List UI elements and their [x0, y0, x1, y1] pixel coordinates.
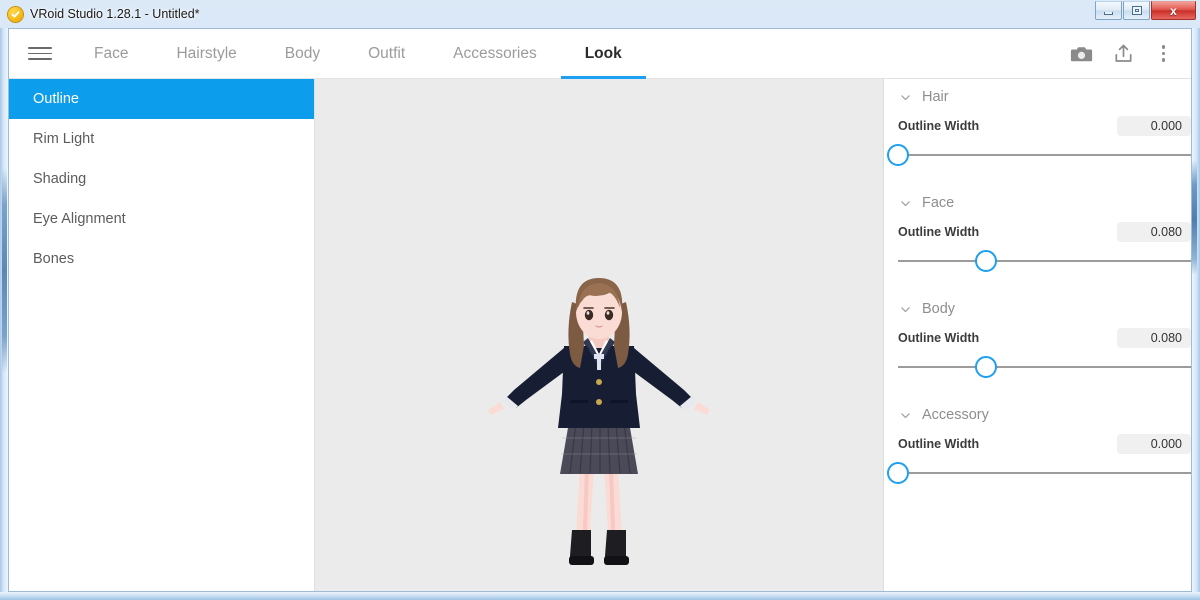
param-top-row: Outline Width 0.000 [898, 115, 1191, 137]
hamburger-menu-icon[interactable] [28, 44, 52, 64]
chevron-down-icon [900, 198, 911, 209]
chevron-down-icon [900, 304, 911, 315]
section-title: Accessory [922, 407, 989, 423]
slider-track [898, 260, 1191, 262]
main-body: Outline Rim Light Shading Eye Alignment … [9, 79, 1191, 592]
tab-look-label: Look [585, 45, 622, 63]
slider-knob[interactable] [887, 462, 909, 484]
param-hair-outline-width: Outline Width 0.000 [884, 115, 1191, 171]
tab-body-label: Body [285, 45, 320, 63]
close-icon: x [1170, 5, 1177, 17]
slider-hair-outline-width[interactable] [898, 139, 1191, 171]
restore-icon [1132, 6, 1142, 15]
param-label: Outline Width [898, 119, 979, 133]
tab-outfit[interactable]: Outfit [344, 29, 429, 78]
window-controls: x [1095, 1, 1196, 20]
sidebar-item-outline[interactable]: Outline [9, 79, 314, 119]
param-value-box[interactable]: 0.080 [1117, 222, 1191, 242]
sidebar-item-rim-light[interactable]: Rim Light [9, 119, 314, 159]
section-header-body[interactable]: Body [884, 291, 1191, 327]
sidebar-item-bones[interactable]: Bones [9, 239, 314, 279]
tab-outfit-label: Outfit [368, 45, 405, 63]
sidebar-item-label: Rim Light [33, 131, 94, 147]
main-nav-tabs: Face Hairstyle Body Outfit Accessories [70, 29, 646, 78]
window-frame: VRoid Studio 1.28.1 - Untitled* x [0, 0, 1200, 600]
tab-accessories[interactable]: Accessories [429, 29, 561, 78]
model-viewport[interactable] [315, 79, 884, 592]
left-edge-scroll-strip[interactable] [2, 168, 7, 373]
tab-hairstyle-label: Hairstyle [176, 45, 236, 63]
app-header: Face Hairstyle Body Outfit Accessories [9, 29, 1191, 79]
sidebar-item-label: Eye Alignment [33, 211, 126, 227]
minimize-button[interactable] [1095, 1, 1122, 20]
slider-face-outline-width[interactable] [898, 245, 1191, 277]
tab-look[interactable]: Look [561, 29, 646, 78]
param-body-outline-width: Outline Width 0.080 [884, 327, 1191, 383]
parameters-panel: Hair Outline Width 0.000 [884, 79, 1191, 592]
slider-track [898, 472, 1191, 474]
tab-body[interactable]: Body [261, 29, 344, 78]
tab-face[interactable]: Face [70, 29, 152, 78]
param-top-row: Outline Width 0.080 [898, 221, 1191, 243]
window-title: VRoid Studio 1.28.1 - Untitled* [30, 7, 200, 21]
slider-knob[interactable] [975, 356, 997, 378]
more-vertical-icon[interactable] [1154, 43, 1174, 64]
param-accessory-outline-width: Outline Width 0.000 [884, 433, 1191, 489]
character-model [484, 262, 714, 592]
sidebar: Outline Rim Light Shading Eye Alignment … [9, 79, 315, 592]
param-value-box[interactable]: 0.000 [1117, 116, 1191, 136]
param-top-row: Outline Width 0.080 [898, 327, 1191, 349]
sidebar-item-shading[interactable]: Shading [9, 159, 314, 199]
section-title: Face [922, 195, 954, 211]
param-value-box[interactable]: 0.080 [1117, 328, 1191, 348]
client-area: Face Hairstyle Body Outfit Accessories [8, 28, 1192, 592]
section-header-accessory[interactable]: Accessory [884, 397, 1191, 433]
window-border-bottom [0, 592, 1200, 600]
section-title: Body [922, 301, 955, 317]
title-bar: VRoid Studio 1.28.1 - Untitled* x [0, 0, 1200, 28]
header-actions [1070, 29, 1174, 78]
right-edge-scroll-strip[interactable] [1192, 160, 1197, 275]
application-window: VRoid Studio 1.28.1 - Untitled* x [0, 0, 1200, 600]
section-header-face[interactable]: Face [884, 185, 1191, 221]
param-top-row: Outline Width 0.000 [898, 433, 1191, 455]
chevron-down-icon [900, 410, 911, 421]
check-circle-icon [8, 7, 23, 22]
param-label: Outline Width [898, 437, 979, 451]
param-face-outline-width: Outline Width 0.080 [884, 221, 1191, 277]
sidebar-item-label: Outline [33, 91, 79, 107]
restore-button[interactable] [1123, 1, 1150, 20]
title-bar-left: VRoid Studio 1.28.1 - Untitled* [8, 0, 200, 28]
upload-icon[interactable] [1113, 43, 1134, 64]
slider-knob[interactable] [887, 144, 909, 166]
slider-track [898, 366, 1191, 368]
slider-track [898, 154, 1191, 156]
window-border-right [1192, 28, 1200, 600]
section-title: Hair [922, 89, 949, 105]
section-header-hair[interactable]: Hair [884, 79, 1191, 115]
sidebar-item-label: Shading [33, 171, 86, 187]
param-label: Outline Width [898, 225, 979, 239]
slider-knob[interactable] [975, 250, 997, 272]
param-label: Outline Width [898, 331, 979, 345]
param-value-box[interactable]: 0.000 [1117, 434, 1191, 454]
tab-face-label: Face [94, 45, 128, 63]
minimize-icon [1104, 12, 1113, 15]
slider-accessory-outline-width[interactable] [898, 457, 1191, 489]
slider-body-outline-width[interactable] [898, 351, 1191, 383]
tab-accessories-label: Accessories [453, 45, 537, 63]
chevron-down-icon [900, 92, 911, 103]
sidebar-item-label: Bones [33, 251, 74, 267]
camera-icon[interactable] [1070, 44, 1093, 64]
tab-hairstyle[interactable]: Hairstyle [152, 29, 260, 78]
close-button[interactable]: x [1151, 1, 1196, 20]
sidebar-item-eye-alignment[interactable]: Eye Alignment [9, 199, 314, 239]
